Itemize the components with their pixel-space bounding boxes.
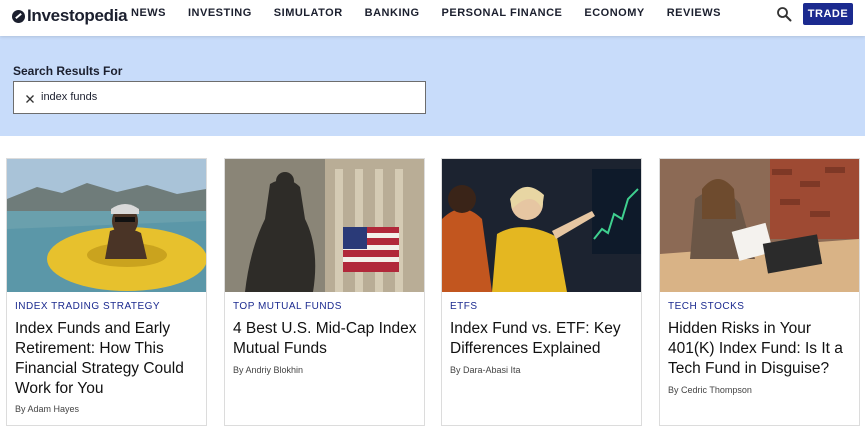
result-byline: By Andriy Blokhin bbox=[233, 365, 304, 375]
result-tag: TECH STOCKS bbox=[668, 301, 745, 312]
logo-text: Investopedia bbox=[27, 6, 128, 25]
nav-item-simulator[interactable]: SIMULATOR bbox=[274, 7, 343, 21]
result-title[interactable]: Index Funds and Early Retirement: How Th… bbox=[15, 319, 201, 399]
result-card-1[interactable]: INDEX TRADING STRATEGY Index Funds and E… bbox=[6, 158, 207, 426]
result-byline: By Adam Hayes bbox=[15, 404, 80, 414]
search-input[interactable] bbox=[41, 89, 411, 105]
result-tag: INDEX TRADING STRATEGY bbox=[15, 301, 161, 312]
nav-item-banking[interactable]: BANKING bbox=[365, 7, 420, 21]
clear-search-icon[interactable] bbox=[24, 92, 36, 104]
result-card-4[interactable]: TECH STOCKS Hidden Risks in Your 401(K) … bbox=[659, 158, 860, 426]
search-results-banner: Search Results For bbox=[0, 36, 865, 136]
trade-button[interactable]: TRADE bbox=[803, 3, 853, 25]
search-results-label: Search Results For bbox=[13, 64, 123, 78]
result-title[interactable]: 4 Best U.S. Mid-Cap Index Mutual Funds bbox=[233, 319, 419, 359]
main-nav: NEWS INVESTING SIMULATOR BANKING PERSONA… bbox=[131, 7, 743, 21]
result-title[interactable]: Hidden Risks in Your 401(K) Index Fund: … bbox=[668, 319, 854, 379]
site-logo[interactable]: Investopedia bbox=[12, 5, 128, 27]
nav-item-news[interactable]: NEWS bbox=[131, 7, 166, 21]
result-image-traders-at-screen bbox=[442, 159, 641, 292]
result-title[interactable]: Index Fund vs. ETF: Key Differences Expl… bbox=[450, 319, 636, 359]
search-box bbox=[13, 81, 426, 114]
logo-mark-icon bbox=[12, 9, 25, 23]
nav-item-investing[interactable]: INVESTING bbox=[188, 7, 252, 21]
nav-item-personal-finance[interactable]: PERSONAL FINANCE bbox=[442, 7, 563, 21]
result-card-3[interactable]: ETFS Index Fund vs. ETF: Key Differences… bbox=[441, 158, 642, 426]
result-image-retiree-pool bbox=[7, 159, 206, 292]
result-card-2[interactable]: TOP MUTUAL FUNDS 4 Best U.S. Mid-Cap Ind… bbox=[224, 158, 425, 426]
nav-item-reviews[interactable]: REVIEWS bbox=[667, 7, 721, 21]
result-image-woman-with-laptop bbox=[660, 159, 859, 292]
result-byline: By Dara-Abasi Ita bbox=[450, 365, 521, 375]
result-tag: TOP MUTUAL FUNDS bbox=[233, 301, 342, 312]
result-tag: ETFS bbox=[450, 301, 478, 312]
search-icon[interactable] bbox=[776, 6, 792, 22]
nav-item-economy[interactable]: ECONOMY bbox=[584, 7, 644, 21]
site-header: Investopedia NEWS INVESTING SIMULATOR BA… bbox=[0, 0, 865, 36]
result-byline: By Cedric Thompson bbox=[668, 385, 752, 395]
result-image-wall-street-statue bbox=[225, 159, 424, 292]
